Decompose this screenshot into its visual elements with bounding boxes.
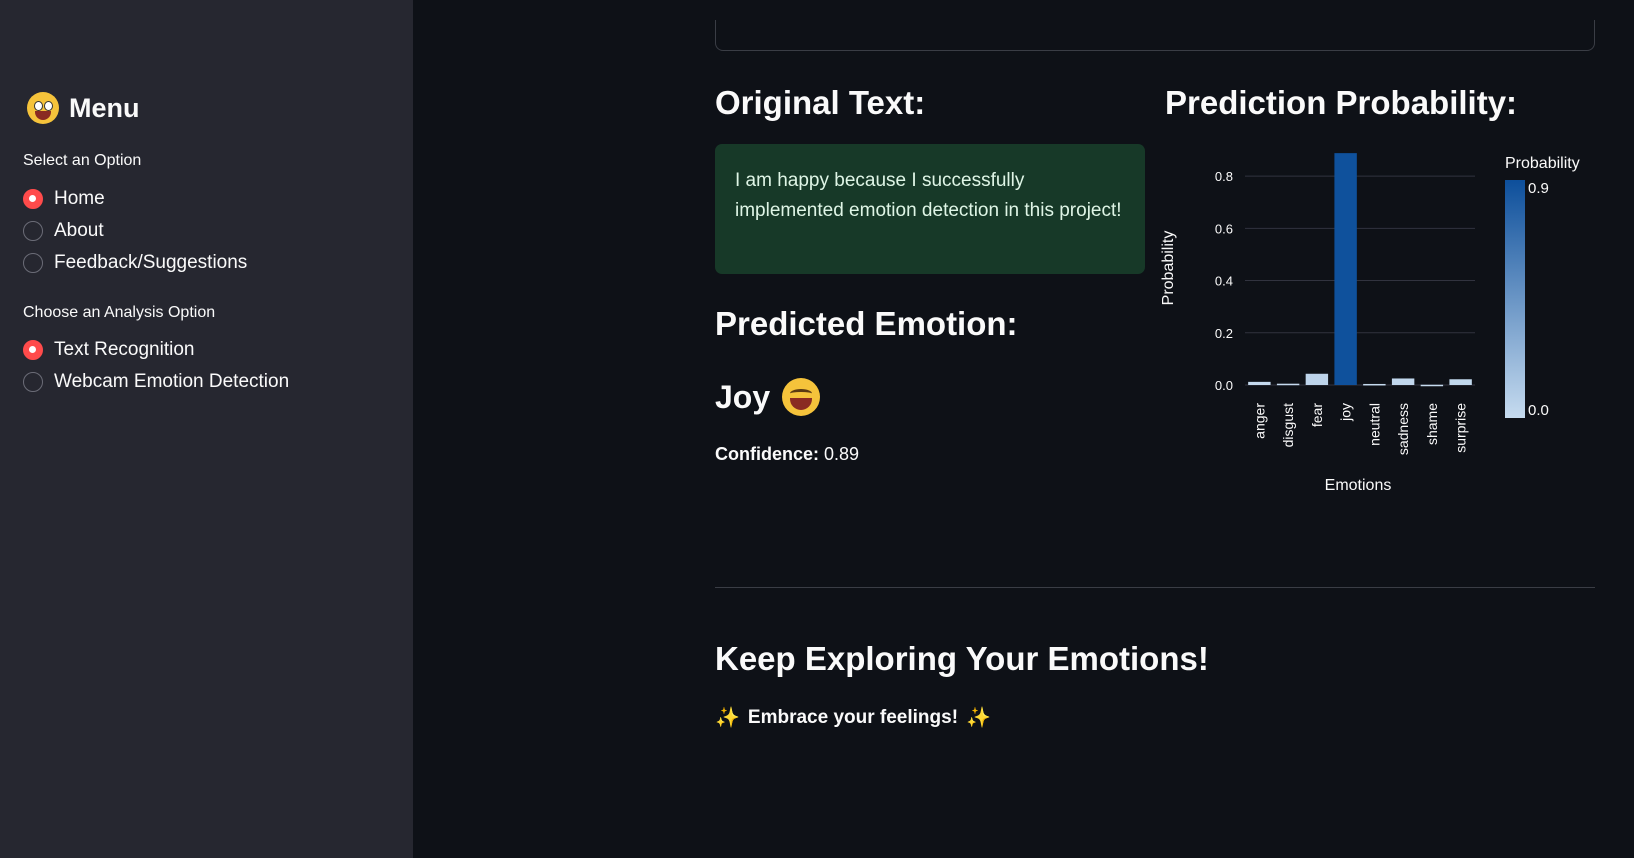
grinning-face-icon: [27, 92, 59, 124]
probability-chart: 0.0 0.2 0.4 0.6 0.8 anger disgust fear joy neutr…: [1160, 153, 1580, 494]
radio-webcam-detection-label: Webcam Emotion Detection: [54, 371, 290, 392]
x-tick-label: anger: [1251, 403, 1267, 439]
predicted-emotion-label: Joy: [715, 378, 771, 415]
bar-neutral[interactable]: [1363, 383, 1386, 386]
footer-heading: Keep Exploring Your Emotions!: [715, 640, 1209, 677]
original-text-heading: Original Text:: [715, 84, 926, 121]
radio-button[interactable]: [23, 253, 43, 273]
select-option-label: Select an Option: [23, 152, 142, 169]
legend-min-label: 0.0: [1528, 402, 1549, 419]
radio-about[interactable]: About: [23, 220, 104, 242]
x-axis-label: Emotions: [1325, 477, 1392, 494]
radio-feedback-label: Feedback/Suggestions: [54, 252, 248, 273]
x-tick-label: disgust: [1280, 403, 1296, 447]
menu-title: Menu: [27, 92, 140, 124]
x-tick-label: fear: [1309, 403, 1325, 427]
probability-heading: Prediction Probability:: [1165, 84, 1518, 121]
radio-feedback[interactable]: Feedback/Suggestions: [23, 252, 247, 274]
confidence-label: Confidence:: [715, 444, 820, 464]
confidence-line: Confidence: 0.89: [715, 444, 859, 465]
bar-sadness[interactable]: [1391, 378, 1415, 385]
footer-message: ✨ Embrace your feelings! ✨: [715, 705, 991, 730]
y-tick-label: 0.4: [1215, 274, 1233, 289]
color-legend-bar: [1505, 180, 1525, 418]
radio-home[interactable]: Home: [23, 188, 105, 210]
radio-home-label: Home: [54, 188, 105, 209]
menu-title-text: Menu: [69, 92, 140, 123]
sparkles-icon: ✨: [966, 707, 991, 729]
y-tick-label: 0.2: [1215, 326, 1233, 341]
radio-button[interactable]: [23, 221, 43, 241]
bar-shame[interactable]: [1420, 384, 1444, 387]
radio-text-recognition-label: Text Recognition: [54, 339, 195, 360]
radio-text-recognition[interactable]: Text Recognition: [23, 339, 194, 361]
radio-button-selected[interactable]: [23, 189, 43, 209]
bar-surprise[interactable]: [1449, 379, 1472, 385]
radio-button[interactable]: [23, 372, 43, 392]
x-tick-label: sadness: [1395, 403, 1411, 455]
confidence-value: 0.89: [824, 444, 860, 464]
predicted-emotion: Joy: [715, 378, 821, 416]
y-tick-label: 0.8: [1215, 169, 1233, 184]
y-tick-label: 0.6: [1215, 221, 1233, 236]
sparkles-icon: ✨: [715, 707, 740, 729]
laughing-face-icon: [782, 378, 821, 416]
section-divider: [715, 587, 1595, 588]
analysis-option-label: Choose an Analysis Option: [23, 304, 216, 321]
bar-disgust[interactable]: [1276, 383, 1300, 386]
footer-message-text: Embrace your feelings!: [747, 706, 959, 728]
radio-webcam-detection[interactable]: Webcam Emotion Detection: [23, 371, 289, 393]
x-tick-label: surprise: [1453, 403, 1469, 453]
y-axis-label: Probability: [1160, 231, 1177, 306]
bar-fear[interactable]: [1305, 373, 1329, 385]
predicted-emotion-heading: Predicted Emotion:: [715, 305, 1018, 342]
legend-title: Probability: [1505, 155, 1580, 172]
x-tick-label: joy: [1338, 403, 1354, 422]
bar-joy[interactable]: [1334, 153, 1357, 385]
x-tick-label: shame: [1424, 403, 1440, 445]
radio-button-selected[interactable]: [23, 340, 43, 360]
original-text-box: I am happy because I successfully implem…: [715, 144, 1145, 274]
form-container-edge: [715, 20, 1595, 51]
radio-about-label: About: [54, 220, 104, 241]
x-tick-label: neutral: [1366, 403, 1382, 446]
legend-max-label: 0.9: [1528, 180, 1549, 197]
bar-anger[interactable]: [1248, 381, 1271, 385]
sidebar: Menu Select an Option Home About Feedbac…: [0, 0, 413, 858]
y-tick-label: 0.0: [1215, 378, 1233, 393]
